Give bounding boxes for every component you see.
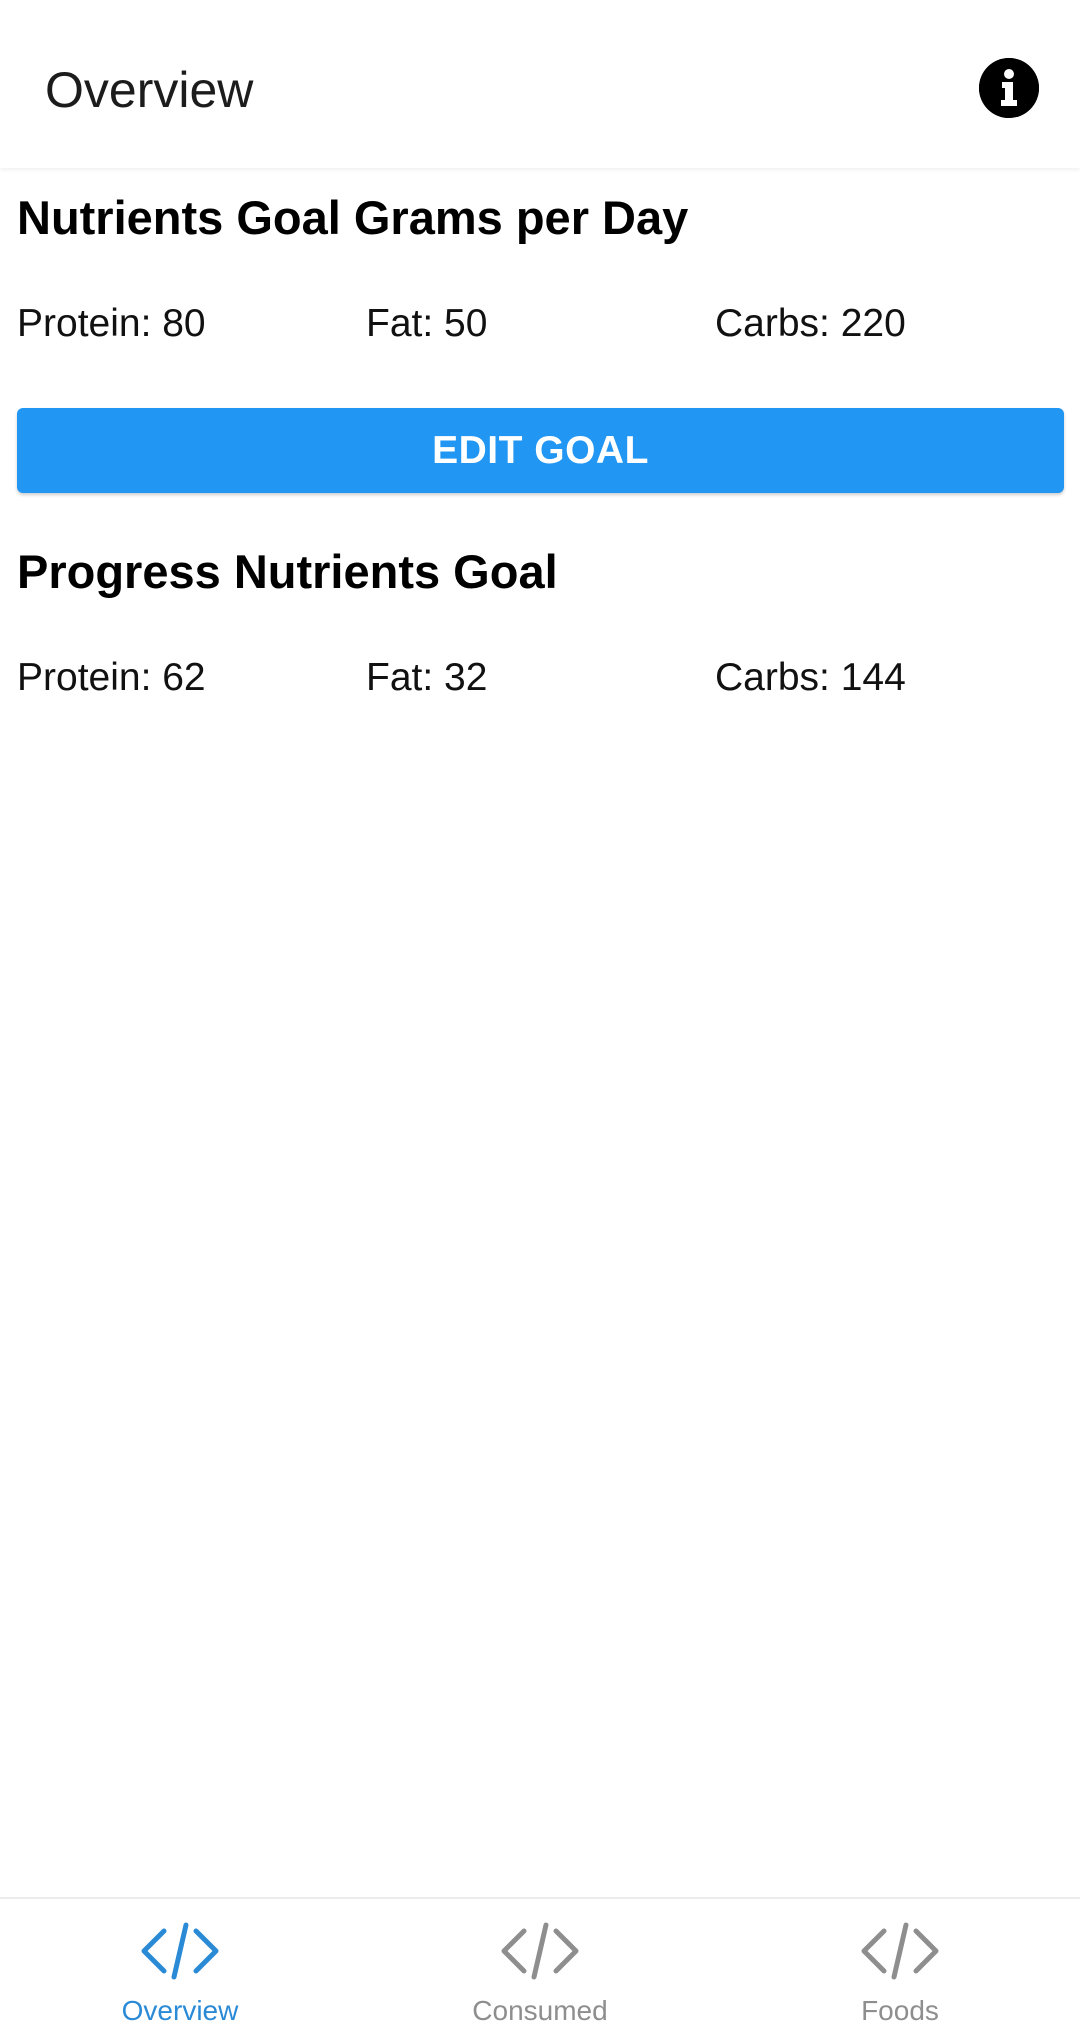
goal-values-row: Protein: 80 Fat: 50 Carbs: 220 [0,294,1080,354]
goal-protein: Protein: 80 [17,302,206,345]
tab-overview[interactable]: Overview [0,1899,360,2033]
code-icon [861,1922,939,1980]
tab-foods-label: Foods [861,1995,939,2026]
tab-foods[interactable]: Foods [720,1899,1080,2033]
page-title: Overview [45,62,254,118]
progress-protein: Protein: 62 [17,656,206,699]
progress-fat: Fat: 32 [366,656,488,699]
bottom-tab-bar: Overview Consumed Foods [0,1897,1080,2033]
edit-goal-button[interactable]: EDIT GOAL [17,408,1064,493]
code-icon [141,1922,219,1980]
progress-values-row: Protein: 62 Fat: 32 Carbs: 144 [0,648,1080,708]
goal-fat: Fat: 50 [366,302,488,345]
tab-overview-label: Overview [121,1995,239,2026]
code-icon [501,1922,579,1980]
info-button[interactable] [979,58,1039,118]
progress-section-title: Progress Nutrients Goal [17,545,558,598]
goal-carbs: Carbs: 220 [715,302,906,345]
goal-section-title: Nutrients Goal Grams per Day [17,191,689,244]
info-icon [979,58,1039,118]
app-screen: Overview Nutrients Goal Grams per Day Pr… [0,0,1080,2033]
app-header: Overview [0,0,1080,168]
progress-carbs: Carbs: 144 [715,656,906,699]
tab-consumed-label: Consumed [472,1995,608,2026]
tab-consumed[interactable]: Consumed [360,1899,720,2033]
